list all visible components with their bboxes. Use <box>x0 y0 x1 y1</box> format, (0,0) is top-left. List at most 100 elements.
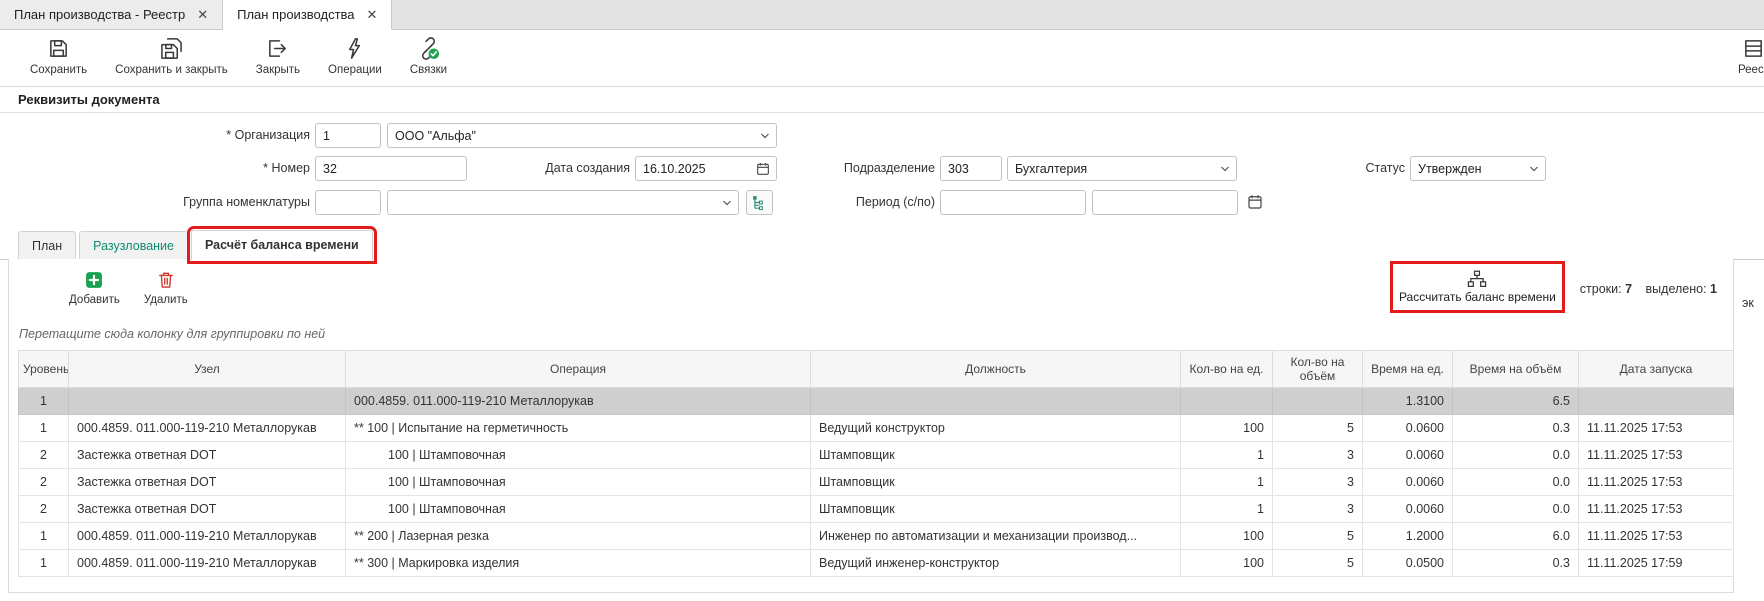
tab-time-balance[interactable]: Расчёт баланса времени <box>191 230 373 260</box>
window-tab-document[interactable]: План производства ✕ <box>223 0 392 30</box>
cell-qty_unit: 100 <box>1181 523 1273 550</box>
column-header[interactable]: Узел <box>69 351 346 388</box>
department-label: Подразделение <box>780 156 935 181</box>
department-value: Бухгалтерия <box>1015 162 1087 176</box>
cell-start_date: 11.11.2025 17:53 <box>1579 523 1734 550</box>
nomenclature-tree-button[interactable] <box>746 190 773 215</box>
column-header[interactable]: Время на ед. <box>1363 351 1453 388</box>
save-button[interactable]: Сохранить <box>26 37 91 76</box>
column-header[interactable]: Уровень <box>19 351 69 388</box>
tab-content-panel: Добавить Удалить <box>8 259 1734 593</box>
creation-date-value: 16.10.2025 <box>643 162 706 176</box>
save-and-close-button[interactable]: Сохранить и закрыть <box>111 37 232 76</box>
main-toolbar: Сохранить Сохранить и закрыть Закрыть Оп… <box>0 30 1764 87</box>
cell-level: 1 <box>19 388 69 415</box>
delete-label: Удалить <box>144 294 188 306</box>
cell-position: Штамповщик <box>811 469 1181 496</box>
nomenclature-group-label: Группа номенклатуры <box>0 190 310 215</box>
column-header[interactable]: Время на объём <box>1453 351 1579 388</box>
selected-count: 1 <box>1710 282 1717 296</box>
table-row[interactable]: 2Застежка ответная DOT100 | Штамповочная… <box>19 469 1734 496</box>
window-tab-registry[interactable]: План производства - Реестр ✕ <box>0 0 223 29</box>
right-panel-cut-text[interactable]: эк <box>1742 296 1754 310</box>
table-row[interactable]: 1000.4859. 011.000-119-210 Металлорукав*… <box>19 550 1734 577</box>
chevron-down-icon <box>759 130 771 142</box>
close-button[interactable]: Закрыть <box>252 37 304 76</box>
cell-qty_vol <box>1273 388 1363 415</box>
add-button[interactable]: Добавить <box>69 270 120 306</box>
operations-button[interactable]: Операции <box>324 37 386 76</box>
column-header[interactable]: Должность <box>811 351 1181 388</box>
hierarchy-icon <box>1467 270 1487 288</box>
cell-start_date: 11.11.2025 17:53 <box>1579 415 1734 442</box>
column-header[interactable]: Кол-во на объём <box>1273 351 1363 388</box>
cell-operation: ** 300 | Маркировка изделия <box>346 550 811 577</box>
close-icon[interactable]: ✕ <box>367 8 378 21</box>
cell-time_vol: 0.3 <box>1453 550 1579 577</box>
cell-node: Застежка ответная DOT <box>69 442 346 469</box>
save-and-close-label: Сохранить и закрыть <box>115 64 228 76</box>
organization-label: * Организация <box>0 123 310 148</box>
organization-code-input[interactable] <box>315 123 381 148</box>
tab-razuzlovanie[interactable]: Разузлование <box>79 231 188 259</box>
grid-toolbar: Добавить Удалить <box>9 259 1733 319</box>
cell-qty_unit: 1 <box>1181 496 1273 523</box>
calendar-icon[interactable] <box>1246 193 1264 211</box>
cell-node: Застежка ответная DOT <box>69 469 346 496</box>
rows-count: 7 <box>1625 282 1632 296</box>
cell-node: Застежка ответная DOT <box>69 496 346 523</box>
table-row[interactable]: 2Застежка ответная DOT100 | Штамповочная… <box>19 496 1734 523</box>
operations-label: Операции <box>328 64 382 76</box>
cell-time_unit: 0.0500 <box>1363 550 1453 577</box>
table-row[interactable]: 2Застежка ответная DOT100 | Штамповочная… <box>19 442 1734 469</box>
table-row[interactable]: 1000.4859. 011.000-119-210 Металлорукав1… <box>19 388 1734 415</box>
period-from-input[interactable] <box>940 190 1086 215</box>
cell-qty_unit: 100 <box>1181 550 1273 577</box>
department-code-input[interactable] <box>940 156 1002 181</box>
cell-qty_unit: 100 <box>1181 415 1273 442</box>
status-label: Статус <box>1240 156 1405 181</box>
cell-node: 000.4859. 011.000-119-210 Металлорукав <box>69 523 346 550</box>
cell-time_unit: 0.0060 <box>1363 442 1453 469</box>
registry-button[interactable]: Реес <box>1738 37 1764 76</box>
calculate-balance-button[interactable]: Рассчитать баланс времени <box>1399 270 1556 304</box>
tree-icon <box>751 194 768 211</box>
cell-level: 2 <box>19 469 69 496</box>
delete-button[interactable]: Удалить <box>144 270 188 306</box>
cell-position <box>811 388 1181 415</box>
cell-operation: 100 | Штамповочная <box>346 496 811 523</box>
nomenclature-group-code-input[interactable] <box>315 190 381 215</box>
organization-select[interactable]: ООО "Альфа" <box>387 123 777 148</box>
cell-level: 2 <box>19 496 69 523</box>
registry-label: Реес <box>1738 64 1764 76</box>
calendar-icon[interactable] <box>755 161 771 177</box>
cell-operation: 100 | Штамповочная <box>346 469 811 496</box>
tab-label: Расчёт баланса времени <box>205 238 359 252</box>
column-header[interactable]: Операция <box>346 351 811 388</box>
cell-position: Ведущий конструктор <box>811 415 1181 442</box>
column-header[interactable]: Кол-во на ед. <box>1181 351 1273 388</box>
trash-icon <box>156 270 176 290</box>
tab-plan[interactable]: План <box>18 231 76 259</box>
table-row[interactable]: 1000.4859. 011.000-119-210 Металлорукав*… <box>19 415 1734 442</box>
plus-icon <box>84 270 104 290</box>
group-by-hint[interactable]: Перетащите сюда колонку для группировки … <box>9 319 1733 350</box>
cell-time_vol: 6.0 <box>1453 523 1579 550</box>
cell-time_unit: 0.0060 <box>1363 469 1453 496</box>
creation-date-label: Дата создания <box>470 156 630 181</box>
cell-position: Инженер по автоматизации и механизации п… <box>811 523 1181 550</box>
cell-time_unit: 0.0600 <box>1363 415 1453 442</box>
creation-date-input[interactable]: 16.10.2025 <box>635 156 777 181</box>
department-select[interactable]: Бухгалтерия <box>1007 156 1237 181</box>
document-tabstrip: План Разузлование Расчёт баланса времени <box>0 225 1764 260</box>
number-input[interactable] <box>315 156 467 181</box>
column-header[interactable]: Дата запуска <box>1579 351 1734 388</box>
close-icon[interactable]: ✕ <box>197 8 208 21</box>
period-label: Период (с/по) <box>778 190 935 215</box>
nomenclature-group-select[interactable] <box>387 190 739 215</box>
links-button[interactable]: Связки <box>406 37 451 76</box>
grid-toolbar-right: Рассчитать баланс времени строки: 7 выде… <box>1399 270 1725 304</box>
table-row[interactable]: 1000.4859. 011.000-119-210 Металлорукав*… <box>19 523 1734 550</box>
status-select[interactable]: Утвержден <box>1410 156 1546 181</box>
period-to-input[interactable] <box>1092 190 1238 215</box>
